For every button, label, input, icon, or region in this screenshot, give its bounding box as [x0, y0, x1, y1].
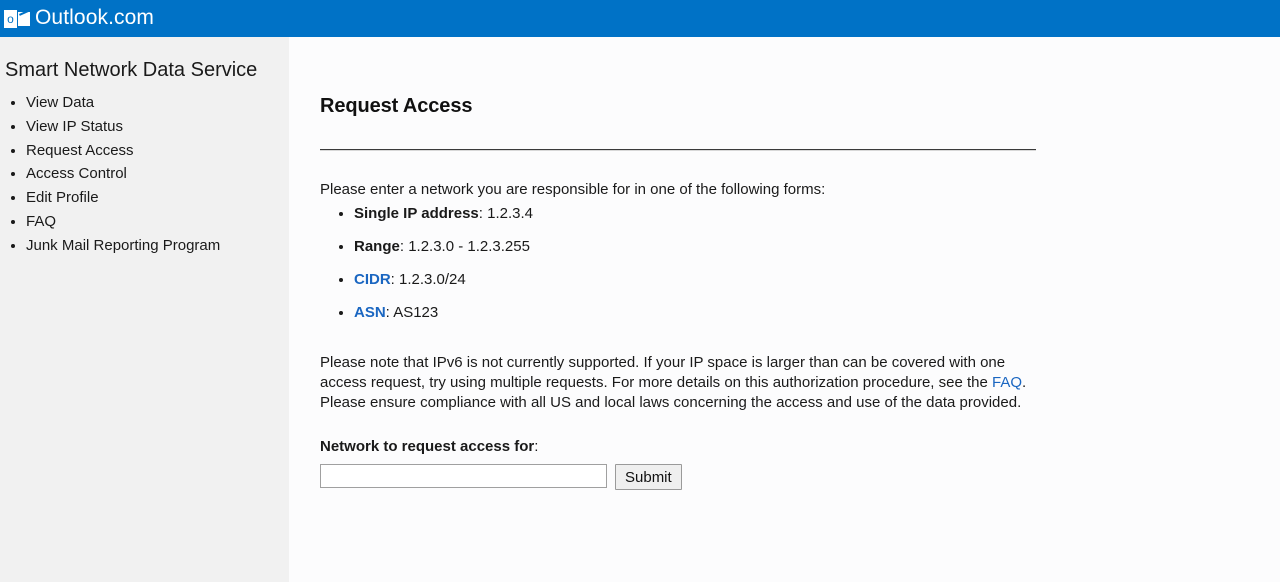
- sidebar-item-label: Request Access: [26, 141, 134, 159]
- sidebar: Smart Network Data Service View Data Vie…: [0, 37, 289, 582]
- sidebar-item-label: Edit Profile: [26, 189, 99, 207]
- sidebar-item-label: Junk Mail Reporting Program: [26, 236, 221, 254]
- sidebar-item-access-control[interactable]: Access Control: [26, 162, 289, 186]
- sidebar-item-edit-profile[interactable]: Edit Profile: [26, 186, 289, 210]
- network-field-label-text: Network to request access for: [320, 438, 535, 455]
- network-field-label: Network to request access for:: [320, 413, 1280, 457]
- list-item: Range: 1.2.3.0 - 1.2.3.255: [354, 237, 1280, 257]
- cidr-link[interactable]: CIDR: [354, 271, 391, 288]
- note-paragraph: Please note that IPv6 is not currently s…: [320, 336, 1038, 413]
- format-separator: :: [390, 271, 400, 288]
- logo-envelope-shape: [18, 11, 30, 26]
- sidebar-item-label: Access Control: [26, 165, 127, 183]
- faq-link[interactable]: FAQ: [992, 374, 1022, 391]
- format-example: AS123: [393, 304, 439, 321]
- intro-text: Please enter a network you are responsib…: [320, 181, 826, 198]
- format-example: 1.2.3.0/24: [399, 271, 466, 288]
- list-item: CIDR: 1.2.3.0/24: [354, 270, 1280, 290]
- brand-header-bar: o Outlook.com: [0, 0, 1280, 37]
- page-title: Request Access: [320, 95, 473, 117]
- note-text-before-link: Please note that IPv6 is not currently s…: [320, 354, 1006, 391]
- list-item: ASN: AS123: [354, 303, 1280, 323]
- brand-wordmark: Outlook.com: [35, 6, 154, 29]
- sidebar-item-label: FAQ: [26, 212, 57, 230]
- asn-link[interactable]: ASN: [354, 304, 386, 321]
- list-item: Single IP address: 1.2.3.4: [354, 204, 1280, 224]
- sidebar-item-label: View IP Status: [26, 117, 124, 135]
- network-field-label-colon: :: [534, 438, 539, 455]
- sidebar-item-faq[interactable]: FAQ: [26, 210, 289, 234]
- logo-o-letter: o: [7, 11, 14, 26]
- format-term: Range: [354, 238, 400, 255]
- page-layout: Smart Network Data Service View Data Vie…: [0, 37, 1280, 582]
- format-separator: :: [399, 238, 409, 255]
- sidebar-title: Smart Network Data Service: [5, 59, 258, 81]
- format-example: 1.2.3.0 - 1.2.3.255: [408, 238, 530, 255]
- address-format-list: Single IP address: 1.2.3.4 Range: 1.2.3.…: [320, 204, 1280, 323]
- network-input[interactable]: [320, 464, 607, 488]
- format-example: 1.2.3.4: [487, 205, 533, 222]
- logo-o-square: o: [4, 9, 17, 28]
- main-content: Request Access Please enter a network yo…: [289, 37, 1280, 582]
- sidebar-nav-list: View Data View IP Status Request Access …: [0, 91, 289, 258]
- sidebar-item-label: View Data: [26, 94, 95, 111]
- sidebar-item-junk-mail-reporting-program[interactable]: Junk Mail Reporting Program: [26, 234, 289, 258]
- outlook-logo-icon: o: [4, 7, 30, 31]
- request-access-form: Submit: [320, 457, 1280, 490]
- sidebar-item-view-data[interactable]: View Data: [26, 91, 289, 115]
- sidebar-item-view-ip-status[interactable]: View IP Status: [26, 115, 289, 139]
- format-separator: :: [478, 205, 488, 222]
- format-term: Single IP address: [354, 205, 479, 222]
- submit-button[interactable]: Submit: [615, 464, 682, 490]
- sidebar-item-request-access[interactable]: Request Access: [26, 139, 289, 163]
